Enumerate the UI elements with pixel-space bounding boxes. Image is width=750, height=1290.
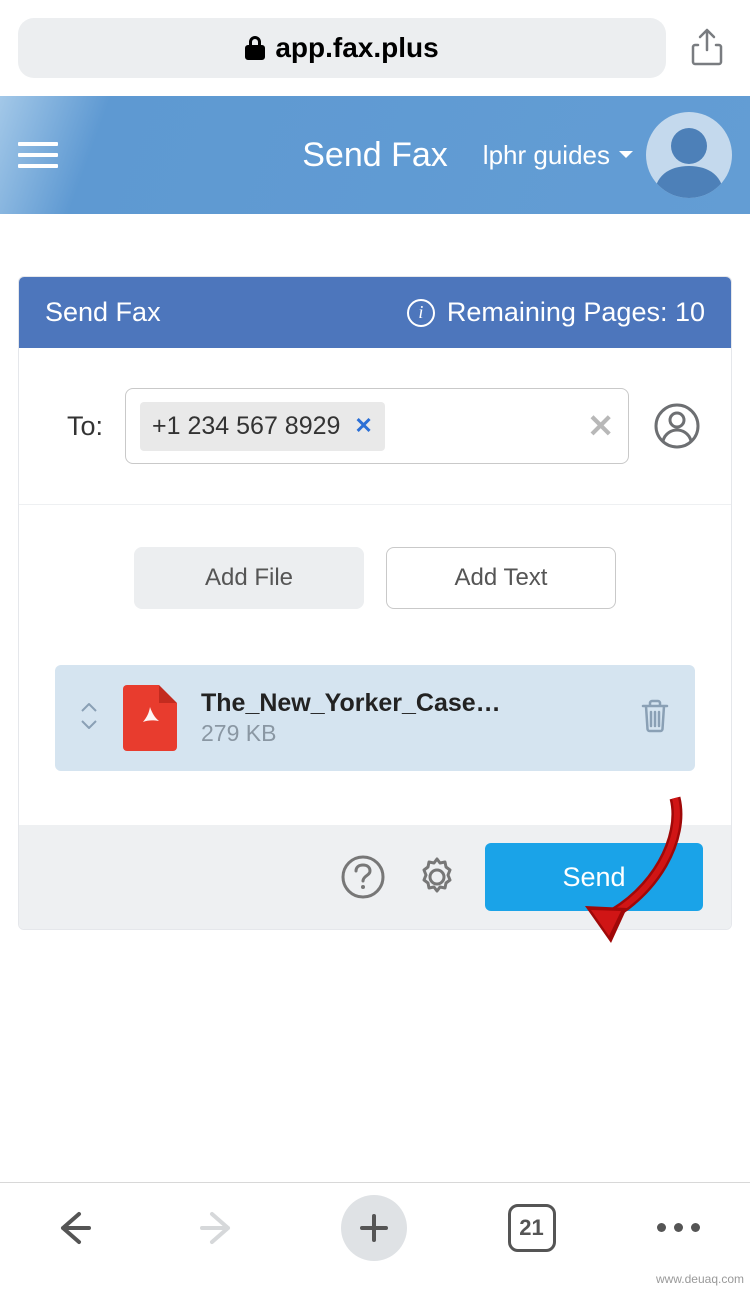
- clear-input-icon[interactable]: ✕: [587, 407, 614, 445]
- recipient-chip[interactable]: +1 234 567 8929 ✕: [140, 402, 385, 451]
- to-label: To:: [67, 411, 103, 442]
- delete-attachment-button[interactable]: [639, 698, 671, 739]
- send-button[interactable]: Send: [485, 843, 703, 911]
- page-title: Send Fax: [302, 136, 448, 175]
- attachment-filename: The_New_Yorker_Case…: [201, 689, 615, 718]
- watermark: www.deuaq.com: [656, 1272, 744, 1286]
- recipient-input[interactable]: +1 234 567 8929 ✕ ✕: [125, 388, 629, 464]
- browser-new-tab-button[interactable]: [341, 1195, 407, 1261]
- remaining-label: Remaining Pages: 10: [447, 297, 705, 328]
- contacts-button[interactable]: [651, 403, 703, 449]
- menu-button[interactable]: [18, 142, 70, 168]
- app-header: Send Fax lphr guides: [0, 96, 750, 214]
- chevron-down-icon: [618, 150, 634, 160]
- info-icon: i: [407, 299, 435, 327]
- tab-count: 21: [508, 1204, 556, 1252]
- remaining-pages[interactable]: i Remaining Pages: 10: [407, 297, 705, 328]
- recipient-number: +1 234 567 8929: [152, 412, 340, 441]
- send-fax-card: Send Fax i Remaining Pages: 10 To: +1 23…: [18, 276, 732, 930]
- browser-tabs-button[interactable]: 21: [508, 1204, 556, 1252]
- action-bar: Send: [19, 825, 731, 929]
- drag-handle-icon[interactable]: [79, 702, 99, 735]
- avatar[interactable]: [646, 112, 732, 198]
- user-dropdown[interactable]: lphr guides: [483, 140, 634, 171]
- browser-toolbar: 21: [0, 1182, 750, 1272]
- pdf-icon: [123, 685, 177, 751]
- browser-back-button[interactable]: [51, 1206, 95, 1250]
- remove-recipient-icon[interactable]: ✕: [354, 413, 372, 439]
- card-title: Send Fax: [45, 297, 161, 328]
- share-button[interactable]: [682, 28, 732, 68]
- attachment-row: The_New_Yorker_Case… 279 KB: [55, 665, 695, 771]
- lock-icon: [245, 36, 265, 60]
- help-button[interactable]: [337, 851, 389, 903]
- browser-forward-button[interactable]: [196, 1206, 240, 1250]
- add-text-button[interactable]: Add Text: [386, 547, 616, 609]
- browser-url-bar[interactable]: app.fax.plus: [18, 18, 666, 78]
- user-label-text: lphr guides: [483, 140, 610, 171]
- add-file-button[interactable]: Add File: [134, 547, 364, 609]
- browser-url-text: app.fax.plus: [275, 32, 438, 64]
- settings-button[interactable]: [411, 851, 463, 903]
- attachment-filesize: 279 KB: [201, 720, 615, 747]
- browser-more-button[interactable]: [657, 1223, 700, 1232]
